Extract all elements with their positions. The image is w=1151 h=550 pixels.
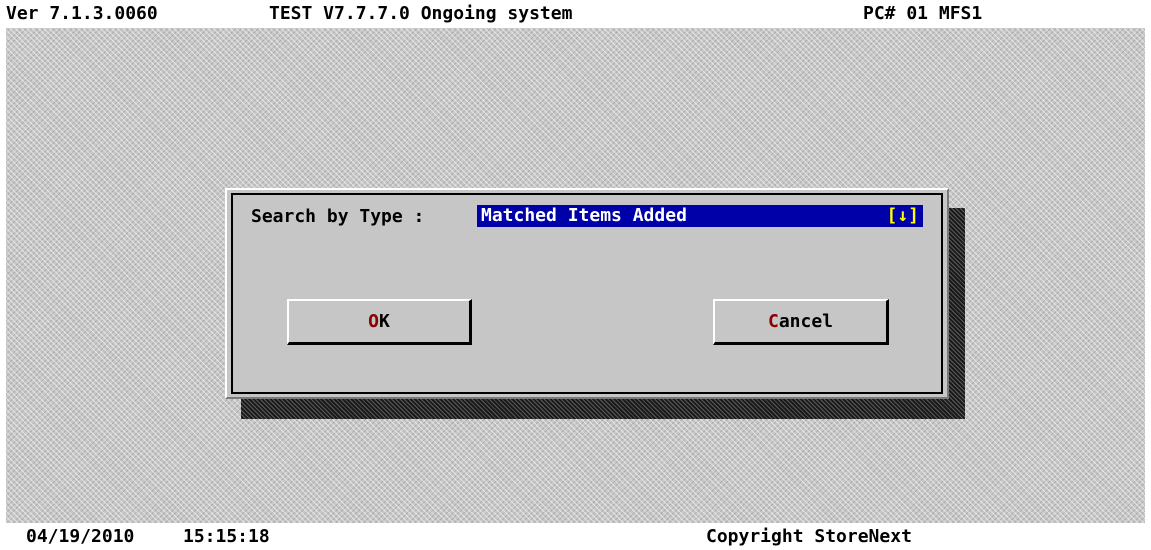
arrow-down-icon[interactable]: [↓]: [886, 205, 919, 227]
search-by-type-label: Search by Type :: [251, 206, 425, 227]
cancel-button-label: ancel: [778, 311, 834, 332]
time-label: 15:15:18: [183, 526, 270, 547]
date-label: 04/19/2010: [26, 526, 135, 547]
ok-button[interactable]: OK: [287, 299, 472, 345]
terminal-screen: Ver 7.1.3.0060 TEST V7.7.7.0 Ongoing sys…: [0, 0, 1151, 550]
cancel-hotkey-letter: C: [767, 311, 779, 332]
station-label: PC# 01 MFS1: [863, 3, 983, 24]
ok-hotkey-letter: O: [368, 311, 379, 332]
header-bar: Ver 7.1.3.0060 TEST V7.7.7.0 Ongoing sys…: [6, 0, 1145, 28]
system-name-label: TEST V7.7.7.0 Ongoing system: [269, 3, 573, 24]
search-type-dropdown[interactable]: Matched Items Added [↓]: [477, 205, 923, 227]
version-label: Ver 7.1.3.0060: [6, 3, 158, 24]
cancel-button[interactable]: Cancel: [713, 299, 889, 345]
status-bar: 04/19/2010 15:15:18 Copyright StoreNext: [6, 523, 1145, 550]
search-type-value: Matched Items Added: [481, 205, 687, 226]
ok-button-label: K: [379, 311, 390, 332]
copyright-label: Copyright StoreNext: [706, 526, 912, 547]
